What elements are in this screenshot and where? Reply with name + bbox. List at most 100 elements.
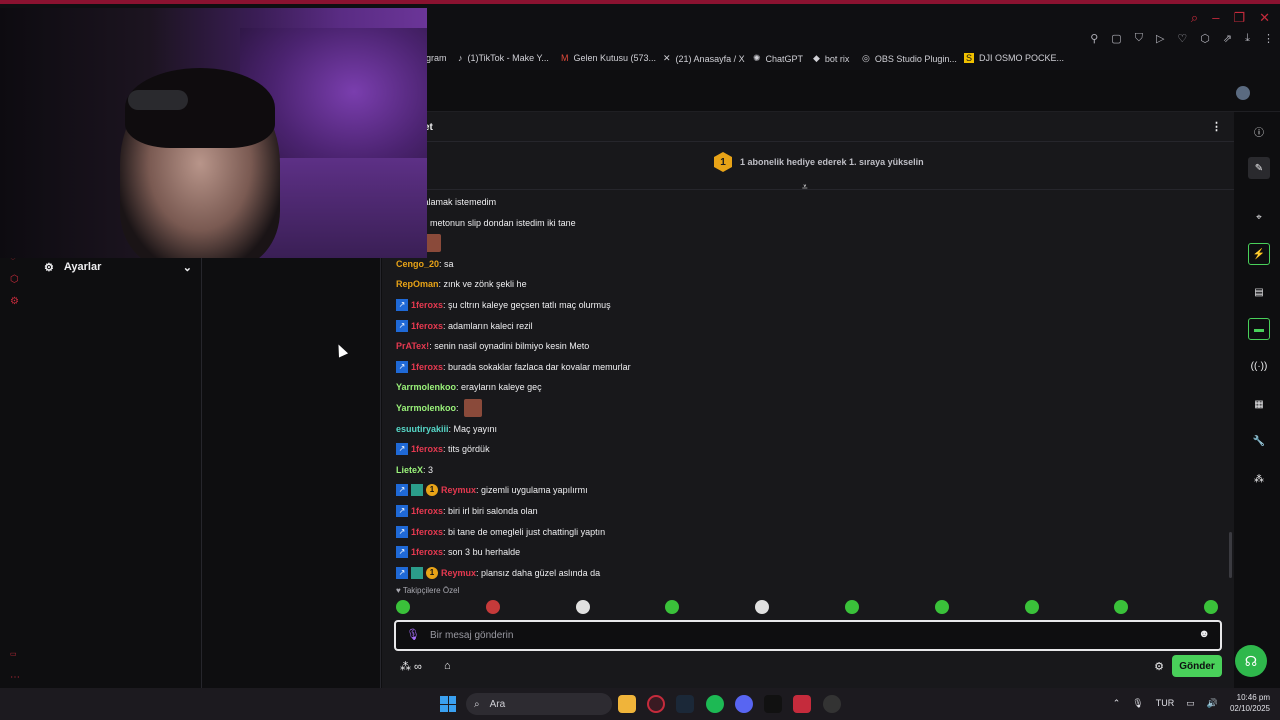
chat-message[interactable]: PrATex!: senin nasil oynadini bilmiyo ke… [396,338,589,354]
app-icon[interactable] [793,695,811,713]
bookmark-tiktok[interactable]: ♪ (1)TikTok - Make Y... [458,53,549,63]
spotify-icon[interactable] [706,695,724,713]
language-indicator[interactable]: TUR [1156,698,1175,708]
emote-icon[interactable] [485,600,500,614]
emote-icon[interactable] [934,600,949,614]
chat-username[interactable]: esuutiryakiii [396,424,449,434]
chat-message[interactable]: ↗ 1feroxs: tits gördük [396,441,490,457]
avatar[interactable] [1236,86,1250,100]
send-button[interactable]: Gönder [1172,655,1222,677]
bookmark-chatgpt[interactable]: ✺ ChatGPT [753,53,803,64]
shop-icon[interactable]: ⌂ [444,660,451,672]
search-icon[interactable]: ⌕ [1191,10,1198,26]
minimize-button[interactable]: – [1212,10,1219,26]
puzzle-icon[interactable]: ⬡ [1200,32,1210,45]
more-options-icon[interactable]: ⋮ [1211,120,1222,133]
discord-icon[interactable] [735,695,753,713]
emote-icon[interactable] [575,600,590,614]
chat-icon[interactable]: ▬ [1248,318,1270,340]
emote-icon[interactable] [1024,600,1039,614]
chat-username[interactable]: Reymux [441,568,476,578]
focus-icon[interactable]: ⌖ [1248,206,1270,228]
bookmark-instagram[interactable]: gram [426,53,447,63]
network-icon[interactable]: ▭ [1186,698,1195,709]
wrench-icon[interactable]: 🔧 [1248,430,1270,452]
chat-username[interactable]: 1feroxs [411,300,443,310]
gear-icon[interactable]: ⚙ [1154,660,1164,673]
settings-row[interactable]: ⚙ Ayarlar ⌄ [44,258,192,276]
layout-icon[interactable]: ▦ [1248,393,1270,415]
close-button[interactable]: ✕ [1259,10,1270,26]
emote-image[interactable] [464,399,483,417]
bookmark-gmail[interactable]: M Gelen Kutusu (573... [561,53,656,63]
chat-input[interactable]: 🎙 Bir mesaj gönderin ☻ [394,620,1222,651]
share-icon[interactable]: ⇗ [1223,32,1232,45]
chat-username[interactable]: 1feroxs [411,527,443,537]
mic-icon[interactable]: 🎙 [1132,698,1143,709]
menu-icon[interactable]: ⋮ [1263,32,1274,45]
points-icon[interactable]: ⁂ ∞ [400,660,422,673]
lightning-icon[interactable]: ⚡ [1248,243,1270,265]
chat-message[interactable]: LieteX: 3 [396,462,433,478]
maximize-button[interactable]: ❐ [1233,10,1245,26]
chat-message[interactable]: ↗ 1feroxs: adamların kaleci rezil [396,318,533,334]
emote-icon[interactable] [755,600,770,614]
emote-icon[interactable] [1114,600,1129,614]
screenshot-icon[interactable]: ▢ [1111,32,1121,45]
chat-username[interactable]: 1feroxs [411,362,443,372]
chat-username[interactable]: 1feroxs [411,547,443,557]
emote-icon[interactable] [396,600,410,614]
mic-icon[interactable]: 🎙 [406,628,420,641]
bookmark-obs[interactable]: ◎ OBS Studio Plugin... [862,53,957,64]
file-explorer-icon[interactable] [618,695,636,713]
start-button[interactable] [440,696,456,712]
chevron-up-icon[interactable]: ⌃ [1113,698,1121,709]
chat-message[interactable]: esuutiryakiii: Maç yayını [396,421,497,437]
chat-username[interactable]: LieteX [396,465,423,475]
emote-icon[interactable] [665,600,680,614]
heart-icon[interactable]: ♡ [1177,32,1187,45]
document-icon[interactable]: ▤ [1248,281,1270,303]
play-icon[interactable]: ▷ [1156,32,1164,45]
chat-message[interactable]: Yarrmolenkoo: erayların kaleye geç [396,379,542,395]
steam-icon[interactable] [676,695,694,713]
chat-message[interactable]: ↗ 1feroxs: şu cltrın kaleye geçsen tatlı … [396,297,611,313]
chat-message[interactable]: ↗ 1 Reymux: gizemli uygulama yapılırmı [396,482,588,498]
chat-message[interactable]: ↗ 1feroxs: burada sokaklar fazlaca dar ko… [396,359,631,375]
clock[interactable]: 10:46 pm 02/10/2025 [1230,692,1270,714]
capcut-icon[interactable] [764,695,782,713]
extension-icon[interactable]: ⛉ [1135,32,1143,45]
chat-username[interactable]: Yarrmolenkoo [396,382,456,392]
taskbar-search[interactable]: ⌕ Ara [466,693,612,715]
chat-message[interactable]: RepOman: zınk ve zönk şekli he [396,276,527,292]
chat-username[interactable]: 1feroxs [411,506,443,516]
rail-icon[interactable]: ⬡ [10,274,19,285]
chat-username[interactable]: RepOman [396,279,439,289]
opera-icon[interactable] [647,695,665,713]
more-icon[interactable]: ⋯ [10,672,20,683]
support-button[interactable]: ☊ [1235,645,1267,677]
chat-username[interactable]: Yarrmolenkoo [396,403,456,413]
edit-icon[interactable]: ✎ [1248,157,1270,179]
info-icon[interactable]: ⓘ [1248,120,1270,142]
pin-icon[interactable]: ⚲ [1090,32,1098,45]
bookmark-dji[interactable]: S DJI OSMO POCKE... [964,53,1064,63]
chat-username[interactable]: 1feroxs [411,444,443,454]
chat-message[interactable]: ↗ 1feroxs: son 3 bu herhalde [396,544,520,560]
chat-message[interactable]: ↗ 1feroxs: biri irl biri salonda olan [396,503,538,519]
emoji-icon[interactable]: ☻ [1198,628,1210,640]
download-icon[interactable]: ⤓ [1245,32,1250,45]
chat-username[interactable]: Cengo_20 [396,259,439,269]
chat-username[interactable]: PrATex! [396,341,429,351]
chat-message[interactable]: Cengo_20: sa [396,256,454,272]
collapse-icon[interactable]: ⩡ [802,182,808,193]
sub-banner[interactable]: 1 1 abonelik hediye ederek 1. sıraya yük… [382,142,1234,190]
chat-username[interactable]: 1feroxs [411,321,443,331]
chat-username[interactable]: Reymux [441,485,476,495]
broadcast-icon[interactable]: ((·)) [1248,355,1270,377]
chat-message[interactable]: ↗ 1feroxs: bi tane de omegleli just chatt… [396,524,605,540]
network-icon[interactable]: ⁂ [1248,468,1270,490]
bookmark-x[interactable]: ✕ (21) Anasayfa / X [663,53,745,64]
obs-icon[interactable] [823,695,841,713]
volume-icon[interactable]: 🔊 [1207,698,1218,709]
